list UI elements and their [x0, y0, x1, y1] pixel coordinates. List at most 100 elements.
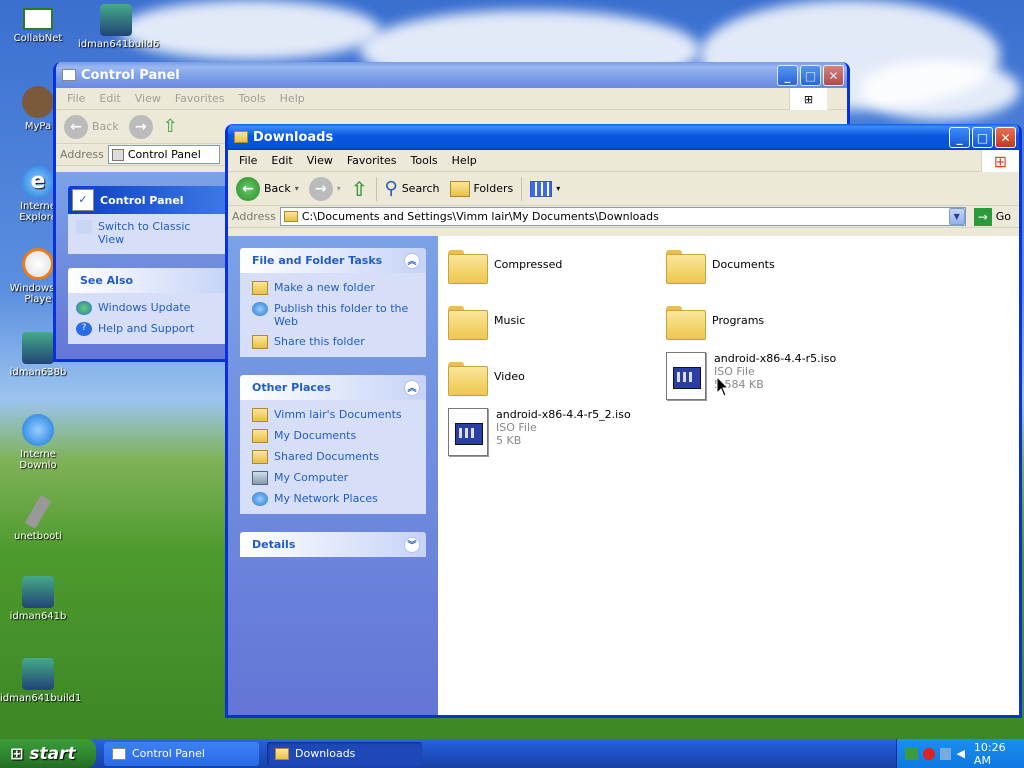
folder-documents[interactable]: Documents — [666, 246, 775, 284]
menu-view[interactable]: View — [128, 92, 168, 105]
start-button[interactable]: ⊞ start — [0, 739, 96, 768]
windows-update-icon — [76, 301, 92, 315]
back-button[interactable]: ← Back ▾ — [232, 175, 303, 203]
menu-edit[interactable]: Edit — [264, 154, 299, 167]
control-panel-titlebar[interactable]: Control Panel _ □ ✕ — [56, 62, 847, 88]
forward-button[interactable]: → ▾ — [305, 175, 345, 203]
address-dropdown-button[interactable]: ▼ — [948, 208, 965, 225]
up-folder-button[interactable]: ⇧ — [159, 114, 182, 139]
idm-icon — [22, 658, 54, 690]
desktop-icon-label: idman641build6 — [78, 39, 160, 50]
system-tray: ◀ 10:26 AM — [896, 739, 1024, 768]
other-places-header[interactable]: Other Places ︽ — [240, 375, 426, 400]
publish-web-link[interactable]: Publish this folder to the Web — [252, 302, 418, 328]
taskbar-control-panel[interactable]: Control Panel — [104, 741, 259, 766]
my-documents-link[interactable]: My Documents — [252, 429, 418, 443]
maximize-button[interactable]: □ — [800, 65, 821, 86]
security-alert-icon[interactable] — [923, 747, 935, 760]
file-size: 5 KB — [496, 434, 522, 447]
go-button[interactable]: → Go — [970, 207, 1015, 226]
control-panel-menubar: File Edit View Favorites Tools Help ⊞ — [56, 88, 847, 110]
downloads-toolbar: ← Back ▾ → ▾ ⇧ ⚲ Search Folders ▾ — [228, 172, 1019, 206]
menu-view[interactable]: View — [300, 154, 340, 167]
desktop-icon-idman641build6[interactable]: idman641build6 — [78, 4, 160, 50]
my-computer-link[interactable]: My Computer — [252, 471, 418, 485]
folders-button[interactable]: Folders — [446, 179, 518, 199]
menu-help[interactable]: Help — [273, 92, 312, 105]
details-header[interactable]: Details ︾ — [240, 532, 426, 557]
close-button[interactable]: ✕ — [995, 127, 1016, 148]
up-folder-button[interactable]: ⇧ — [347, 175, 372, 203]
window-title: Downloads — [253, 129, 334, 145]
desktop-icon-collabnet[interactable]: CollabNet — [0, 4, 76, 44]
details-box: Details ︾ — [240, 532, 426, 557]
menu-file[interactable]: File — [232, 154, 264, 167]
close-button[interactable]: ✕ — [823, 65, 844, 86]
views-button[interactable]: ▾ — [526, 179, 564, 199]
folder-video[interactable]: Video — [448, 358, 525, 396]
my-network-places-link[interactable]: My Network Places — [252, 492, 418, 506]
idm-tray-icon[interactable] — [939, 747, 952, 760]
folder-icon — [252, 450, 268, 464]
switch-view-icon — [76, 220, 92, 234]
folder-icon — [448, 302, 488, 340]
menu-favorites[interactable]: Favorites — [340, 154, 404, 167]
shared-documents-link[interactable]: Shared Documents — [252, 450, 418, 464]
desktop-icon-idman641b[interactable]: idman641b — [0, 576, 76, 622]
collapse-chevron-icon[interactable]: ︽ — [404, 252, 420, 269]
switch-classic-view-link[interactable]: Switch to Classic View — [76, 220, 220, 246]
menu-favorites[interactable]: Favorites — [168, 92, 232, 105]
minimize-button[interactable]: _ — [777, 65, 798, 86]
panel-title: Control Panel — [100, 193, 184, 207]
folder-music[interactable]: Music — [448, 302, 525, 340]
taskbar-downloads[interactable]: Downloads — [267, 741, 422, 766]
iso-file-icon — [448, 408, 488, 456]
downloads-titlebar[interactable]: Downloads _ □ ✕ — [228, 124, 1019, 150]
folder-icon — [252, 408, 268, 422]
search-button[interactable]: ⚲ Search — [381, 176, 444, 201]
folders-icon — [449, 180, 470, 197]
desktop-icon-unetbootin[interactable]: unetbooti — [0, 495, 76, 542]
desktop-icon-internet-download[interactable]: Interne Downlo — [0, 414, 76, 471]
back-arrow-icon: ← — [64, 114, 88, 139]
address-field[interactable]: Control Panel — [107, 145, 220, 164]
raccoon-icon — [22, 86, 54, 118]
window-title: Control Panel — [81, 67, 180, 83]
menu-tools[interactable]: Tools — [232, 92, 273, 105]
downloads-window[interactable]: Downloads _ □ ✕ File Edit View Favorites… — [225, 124, 1022, 718]
windows-update-link[interactable]: Windows Update — [76, 301, 220, 315]
file-view[interactable]: Compressed Documents Music Programs Vide… — [438, 236, 1019, 715]
clock[interactable]: 10:26 AM — [974, 741, 1024, 767]
menu-edit[interactable]: Edit — [92, 92, 127, 105]
expand-chevron-icon[interactable]: ︾ — [404, 536, 420, 553]
collapse-chevron-icon[interactable]: ︽ — [404, 379, 420, 396]
folder-compressed[interactable]: Compressed — [448, 246, 562, 284]
menu-tools[interactable]: Tools — [404, 154, 445, 167]
back-button[interactable]: ← Back — [60, 113, 123, 141]
network-icon[interactable] — [905, 747, 919, 760]
share-folder-link[interactable]: Share this folder — [252, 335, 418, 349]
address-field[interactable]: C:\Documents and Settings\Vimm lair\My D… — [279, 207, 966, 226]
control-panel-icon — [112, 747, 126, 760]
desktop-icon-label: idman641build1 — [0, 693, 82, 704]
folder-icon — [666, 246, 706, 284]
idm-icon — [22, 332, 54, 364]
menu-file[interactable]: File — [60, 92, 92, 105]
forward-arrow-icon: → — [128, 114, 153, 139]
media-player-icon — [22, 248, 54, 280]
downloads-menubar: File Edit View Favorites Tools Help ⊞ — [228, 150, 1019, 172]
forward-button[interactable]: → — [125, 113, 157, 141]
minimize-button[interactable]: _ — [949, 127, 970, 148]
make-new-folder-link[interactable]: Make a new folder — [252, 281, 418, 295]
folder-programs[interactable]: Programs — [666, 302, 764, 340]
maximize-button[interactable]: □ — [972, 127, 993, 148]
file-android-iso-2[interactable]: android-x86-4.4-r5_2.iso ISO File 5 KB — [448, 408, 631, 456]
file-folder-tasks-header[interactable]: File and Folder Tasks ︽ — [240, 248, 426, 273]
help-support-link[interactable]: ? Help and Support — [76, 322, 220, 336]
volume-icon[interactable]: ◀ — [956, 747, 964, 760]
file-android-iso[interactable]: android-x86-4.4-r5.iso ISO File 5,584 KB — [666, 352, 836, 400]
vimm-documents-link[interactable]: Vimm lair's Documents — [252, 408, 418, 422]
menu-help[interactable]: Help — [445, 154, 484, 167]
desktop-icon-idman641build1[interactable]: idman641build1 — [0, 658, 82, 704]
publish-web-icon — [252, 302, 268, 316]
